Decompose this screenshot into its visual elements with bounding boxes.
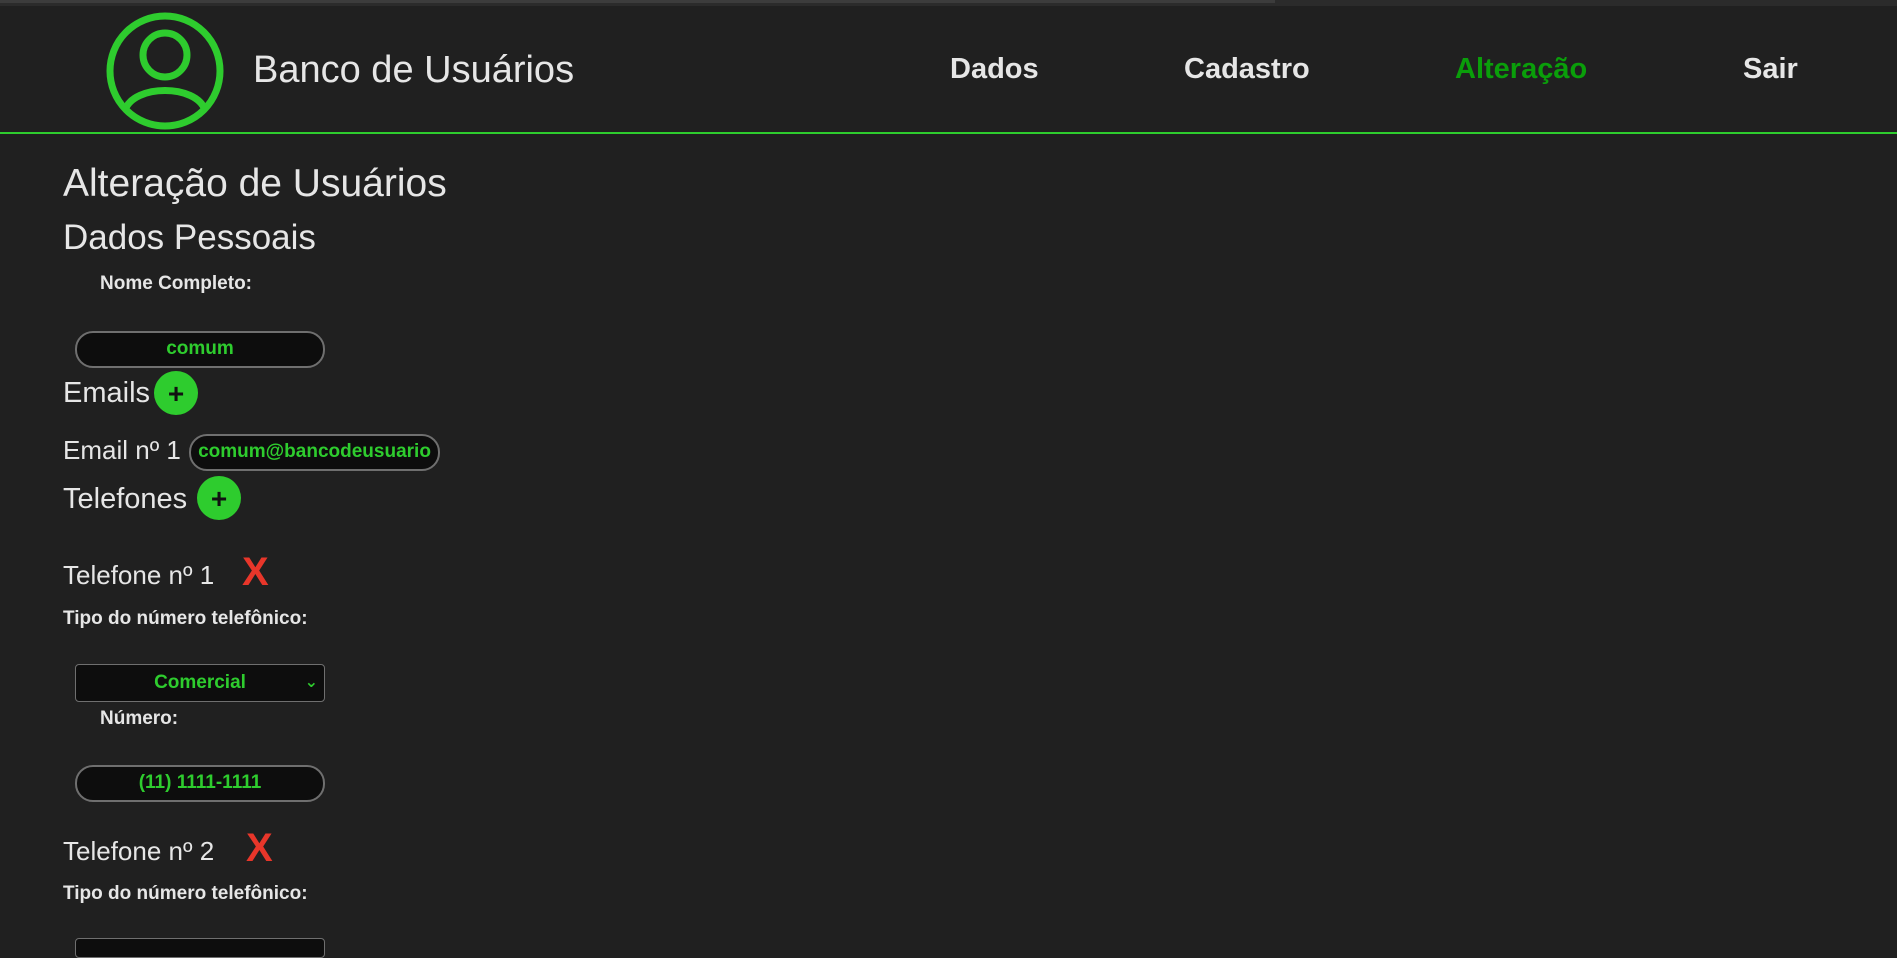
phone-1-type-label: Tipo do número telefônico: [63,608,308,629]
top-navbar: Banco de Usuários Dados Cadastro Alteraç… [0,0,1897,134]
page-title: Alteração de Usuários [63,162,447,205]
nav-cadastro[interactable]: Cadastro [1184,53,1310,86]
phone-1-label: Telefone nº 1 [63,560,215,590]
full-name-label: Nome Completo: [100,273,252,294]
phone-1-type-value: Comercial [154,672,246,693]
email-1-input[interactable]: comum@bancodeusuario [189,434,440,471]
nav-alteracao[interactable]: Alteração [1455,53,1587,86]
add-phone-button[interactable]: + [197,476,241,520]
phone-1-number-input[interactable]: (11) 1111-1111 [75,765,325,802]
brand-title: Banco de Usuários [253,49,575,91]
phone-2-label: Telefone nº 2 [63,836,215,866]
email-1-label: Email nº 1 [63,435,181,465]
section-personal-data: Dados Pessoais [63,218,316,257]
phones-title: Telefones [63,483,188,515]
remove-phone-2-icon[interactable]: X [246,826,273,871]
chevron-down-icon: ⌄ [304,674,318,691]
add-email-button[interactable]: + [154,371,198,415]
emails-title: Emails [63,377,151,409]
phone-2-type-select[interactable] [75,938,325,958]
phone-2-type-label: Tipo do número telefônico: [63,883,308,904]
remove-phone-1-icon[interactable]: X [242,550,269,595]
phone-1-type-select[interactable]: Comercial ⌄ [75,664,325,702]
nav-sair[interactable]: Sair [1743,53,1798,86]
phone-1-number-label: Número: [100,708,179,729]
full-name-input[interactable]: comum [75,331,325,368]
user-avatar-icon [106,12,224,130]
nav-dados[interactable]: Dados [950,53,1039,86]
